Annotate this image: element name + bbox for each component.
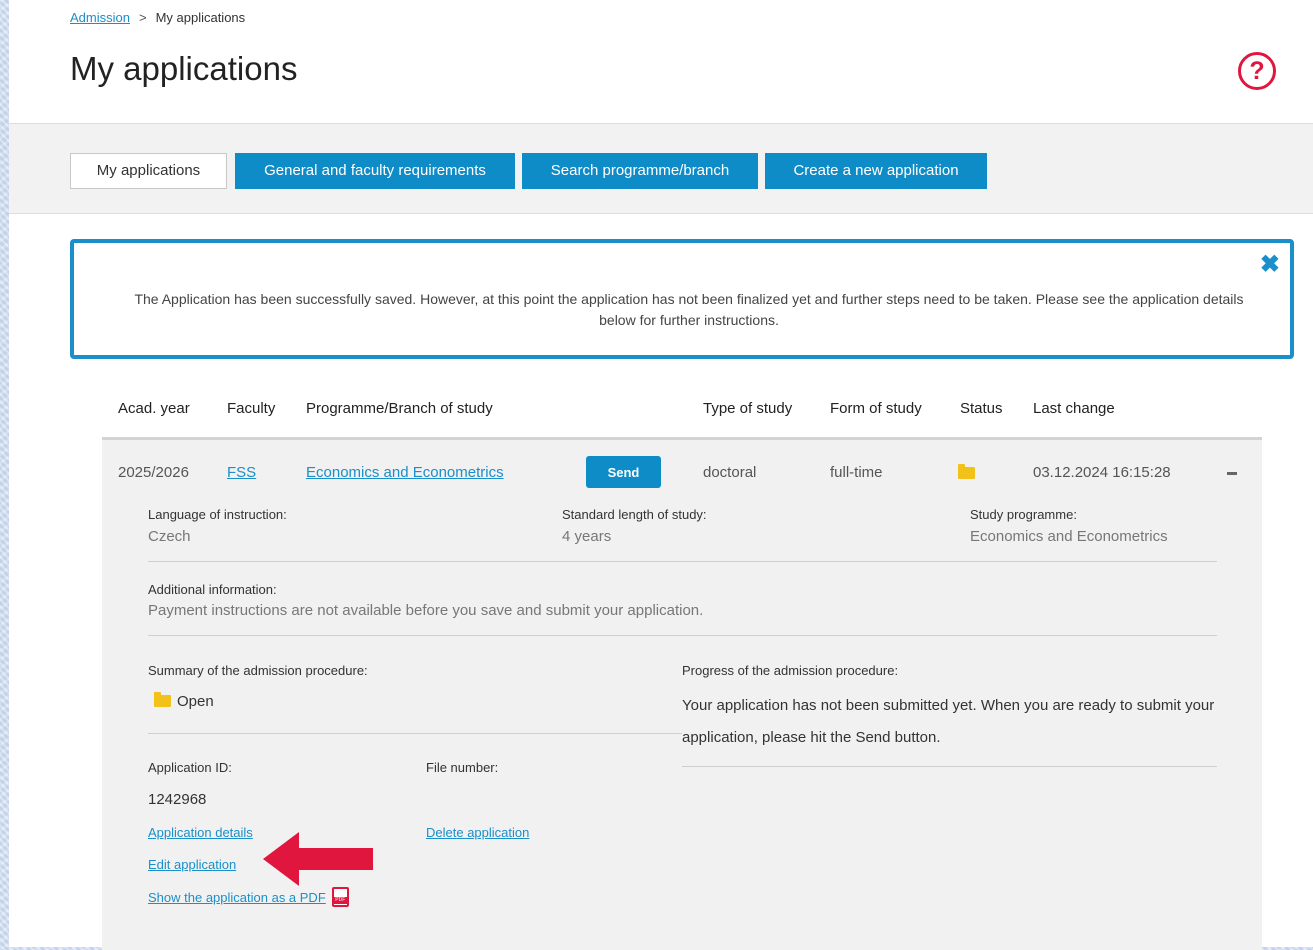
tab-search-programme[interactable]: Search programme/branch <box>522 153 758 189</box>
breadcrumb-separator: > <box>138 10 147 25</box>
column-header-faculty: Faculty <box>227 400 276 417</box>
programme-link[interactable]: Economics and Econometrics <box>306 464 504 481</box>
progress-label: Progress of the admission procedure: <box>682 663 899 678</box>
study-programme-label: Study programme: <box>970 507 1077 522</box>
folder-icon <box>958 464 975 479</box>
page-title: My applications <box>70 50 298 87</box>
language-value: Czech <box>148 528 191 545</box>
show-pdf-link[interactable]: Show the application as a PDF <box>148 890 326 905</box>
column-header-acad-year: Acad. year <box>118 400 190 417</box>
column-header-last-change: Last change <box>1033 400 1115 417</box>
column-header-status: Status <box>960 400 1003 417</box>
pdf-file-icon[interactable]: PDF <box>331 887 349 907</box>
file-number-label: File number: <box>426 760 499 775</box>
summary-value: Open <box>177 693 214 710</box>
page-container: Admission > My applications My application… <box>9 0 1313 950</box>
language-label: Language of instruction: <box>148 507 287 522</box>
column-header-form: Form of study <box>830 400 922 417</box>
breadcrumb-link-admission[interactable]: Admission <box>70 10 130 25</box>
study-programme-value: Economics and Econometrics <box>970 528 1168 545</box>
application-id-label: Application ID: <box>148 760 232 775</box>
row-acad-year: 2025/2026 <box>118 464 189 481</box>
red-arrow-icon <box>263 832 373 886</box>
close-x-icon[interactable]: ✖ <box>1260 253 1280 277</box>
delete-application-link[interactable]: Delete application <box>426 825 529 840</box>
divider <box>682 766 1217 767</box>
additional-info-value: Payment instructions are not available b… <box>148 602 704 619</box>
breadcrumb: Admission > My applications <box>70 10 245 25</box>
length-value: 4 years <box>562 528 612 545</box>
column-header-programme: Programme/Branch of study <box>306 400 493 417</box>
question-circle-icon[interactable]: ? <box>1238 52 1276 90</box>
minus-icon[interactable] <box>1227 472 1237 475</box>
length-label: Standard length of study: <box>562 507 707 522</box>
column-header-type: Type of study <box>703 400 793 417</box>
tab-my-applications[interactable]: My applications <box>70 153 227 189</box>
breadcrumb-current: My applications <box>155 10 246 25</box>
alert-message: The Application has been successfully sa… <box>134 291 1244 328</box>
summary-label: Summary of the admission procedure: <box>148 663 368 678</box>
divider <box>148 561 1217 562</box>
divider <box>148 635 1217 636</box>
application-id-value: 1242968 <box>148 791 207 808</box>
send-button[interactable]: Send <box>586 456 661 488</box>
tab-create-application[interactable]: Create a new application <box>765 153 987 189</box>
row-type: doctoral <box>703 464 757 481</box>
application-details-link[interactable]: Application details <box>148 825 253 840</box>
progress-value: Your application has not been submitted … <box>682 697 1215 746</box>
pdf-link-wrapper: Show the application as a PDF PDF <box>148 887 349 907</box>
tab-bar: My applications General and faculty requ… <box>9 123 1313 214</box>
summary-status: Open <box>154 692 214 710</box>
success-alert: The Application has been successfully sa… <box>70 239 1294 359</box>
additional-info-label: Additional information: <box>148 582 277 597</box>
divider <box>148 733 682 734</box>
row-form: full-time <box>830 464 883 481</box>
tab-general-requirements[interactable]: General and faculty requirements <box>235 153 515 189</box>
folder-icon <box>154 692 171 707</box>
row-last-change: 03.12.2024 16:15:28 <box>1033 464 1171 481</box>
faculty-link[interactable]: FSS <box>227 464 256 481</box>
edit-application-link[interactable]: Edit application <box>148 857 236 872</box>
